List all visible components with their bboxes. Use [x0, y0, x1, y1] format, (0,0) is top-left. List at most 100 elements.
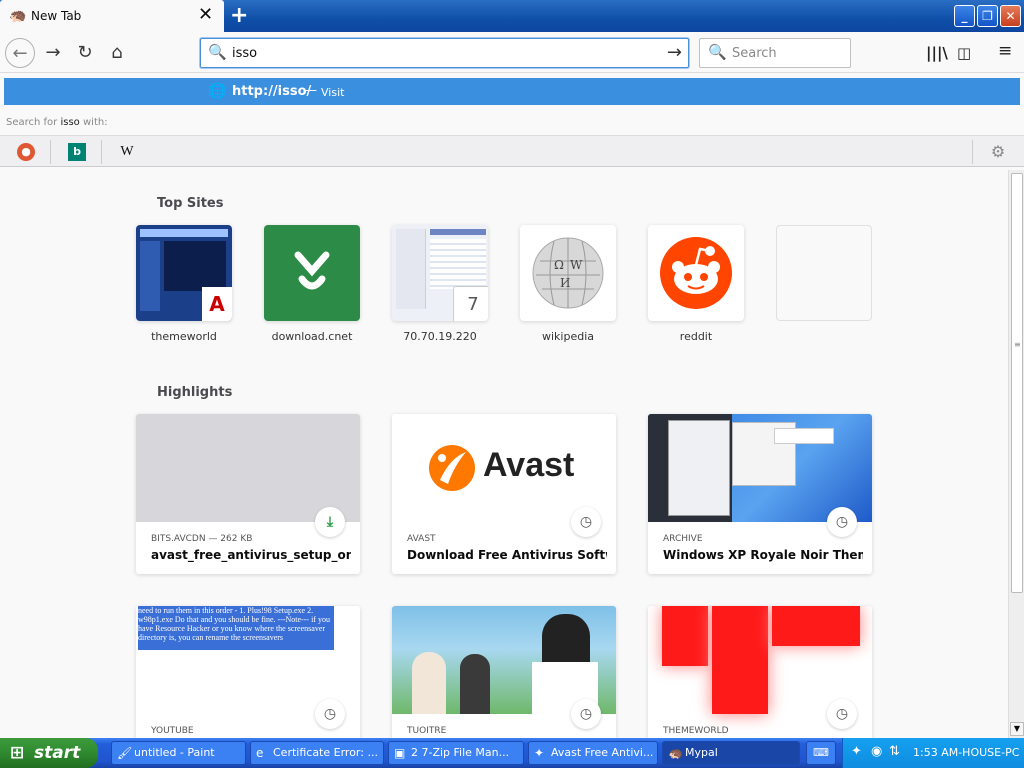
new-tab-button[interactable]: +	[230, 3, 248, 29]
home-button[interactable]: ⌂	[102, 38, 132, 68]
forward-button[interactable]: →	[38, 38, 68, 68]
site-thumbnail	[776, 225, 872, 321]
card-source: AVAST	[407, 534, 436, 544]
clock: 1:53 AM-HOUSE-PC	[913, 746, 1020, 759]
site-thumbnail	[264, 225, 360, 321]
highlight-card[interactable]: ◷ ARCHIVE Windows XP Royale Noir Theme .…	[648, 414, 872, 574]
reload-button[interactable]: ↻	[70, 38, 100, 68]
wikipedia-icon[interactable]: W	[118, 143, 136, 161]
taskbar-item-label: Avast Free Antivi...	[551, 746, 654, 759]
card-source: BITS.AVCDN — 262 KB	[151, 534, 253, 544]
search-for-prefix: Search for	[6, 117, 58, 128]
top-site-70-70-19-220[interactable]: 7 70.70.19.220	[392, 225, 488, 343]
tab-title: New Tab	[31, 9, 82, 23]
tray-avast-icon[interactable]: ✦	[851, 744, 862, 759]
tab-new-tab[interactable]: 🦔 New Tab ✕	[0, 0, 224, 33]
tray-network-icon[interactable]: ◉	[871, 744, 882, 759]
avast-icon: ✦	[534, 746, 545, 760]
site-label: wikipedia	[541, 330, 594, 343]
card-title: avast_free_antivirus_setup_onlin...	[151, 548, 351, 562]
mypal-icon: 🦔	[9, 8, 27, 24]
globe-icon: 🌐	[208, 82, 227, 100]
highlight-card[interactable]: ◷ THEMEWORLD	[648, 606, 872, 738]
url-bar[interactable]: 🔍 isso →	[200, 38, 689, 68]
card-thumbnail: need to run them in this order - 1. Plus…	[136, 606, 360, 714]
search-icon: 🔍	[208, 43, 227, 61]
search-for-suffix: with:	[83, 117, 108, 128]
tray-safely-remove-icon[interactable]: ⇅	[889, 744, 900, 759]
taskbar-item-paint[interactable]: 🖌 untitled - Paint	[111, 741, 246, 765]
clock-icon: ◷	[315, 699, 345, 729]
card-thumbnail	[648, 606, 872, 714]
taskbar-item-mypal[interactable]: 🦔 Mypal	[662, 741, 800, 765]
top-site-wikipedia[interactable]: ΩWИ wikipedia	[520, 225, 616, 343]
restore-button[interactable]: ❐	[977, 5, 998, 27]
highlight-card[interactable]: ◷ TUOITRE	[392, 606, 616, 738]
card-thumbnail	[136, 414, 360, 522]
site-label: download.cnet	[271, 330, 353, 343]
site-badge: 7	[453, 286, 488, 321]
card-thumbnail: Avast	[392, 414, 616, 522]
site-label: 70.70.19.220	[403, 330, 477, 343]
svg-text:W: W	[570, 258, 583, 272]
divider	[50, 140, 51, 164]
scrollbar-thumb[interactable]	[1011, 173, 1023, 593]
title-bar: 🦔 New Tab ✕ + _ ❐ ✕	[0, 0, 1024, 33]
close-tab-icon[interactable]: ✕	[198, 5, 213, 25]
paint-icon: 🖌	[117, 746, 133, 760]
gear-icon[interactable]: ⚙	[989, 143, 1007, 161]
library-icon[interactable]: |||\	[926, 44, 948, 62]
top-site-themeworld[interactable]: A themeworld	[136, 225, 232, 343]
taskbar-item-ie[interactable]: e Certificate Error: ...	[250, 741, 384, 765]
system-tray: ✦ ◉ ⇅ 1:53 AM-HOUSE-PC	[842, 738, 1024, 768]
card-source: THEMEWORLD	[663, 726, 729, 736]
new-tab-page: Top Sites A themeworld download.cnet 7 7…	[0, 170, 1008, 738]
card-thumbnail	[648, 414, 872, 522]
download-cnet-logo-icon	[294, 251, 330, 290]
sidebar-icon[interactable]: ◫	[957, 44, 971, 62]
vertical-scrollbar[interactable]: ≡ ▼	[1008, 170, 1024, 738]
site-thumbnail: 7	[392, 225, 488, 321]
site-thumbnail	[648, 225, 744, 321]
card-source: YOUTUBE	[151, 726, 194, 736]
start-button[interactable]: ⊞ start	[0, 738, 98, 768]
svg-text:Ω: Ω	[554, 258, 564, 272]
bing-icon[interactable]: b	[68, 143, 86, 161]
top-site-empty-slot[interactable]	[776, 225, 872, 330]
taskbar-item-avast[interactable]: ✦ Avast Free Antivi...	[528, 741, 658, 765]
download-icon: ⤓	[315, 507, 345, 537]
taskbar-item-label: Certificate Error: ...	[273, 746, 378, 759]
wikipedia-globe-icon: Ω WИ	[532, 237, 604, 309]
go-arrow-icon[interactable]: →	[667, 42, 682, 63]
back-button[interactable]: ←	[5, 38, 35, 68]
duckduckgo-icon[interactable]: ●	[17, 143, 35, 161]
card-source: TUOITRE	[407, 726, 447, 736]
scroll-down-button[interactable]: ▼	[1010, 722, 1024, 736]
suggestion-url: http://isso/	[232, 84, 312, 99]
taskbar-item-label: untitled - Paint	[134, 746, 215, 759]
reddit-logo-icon	[660, 237, 732, 309]
highlight-card[interactable]: need to run them in this order - 1. Plus…	[136, 606, 360, 738]
clock-icon: ◷	[827, 699, 857, 729]
search-box[interactable]: 🔍 Search	[699, 38, 851, 68]
keyboard-icon[interactable]: ⌨	[806, 741, 836, 765]
card-title: Download Free Antivirus Softwa...	[407, 548, 607, 562]
taskbar-item-7zip[interactable]: ▣ 2 7-Zip File Man...	[388, 741, 524, 765]
close-window-button[interactable]: ✕	[1000, 5, 1021, 27]
search-input[interactable]: Search	[732, 46, 777, 61]
menu-icon[interactable]: ≡	[998, 41, 1012, 61]
url-input[interactable]: isso	[232, 46, 257, 61]
top-site-download-cnet[interactable]: download.cnet	[264, 225, 360, 343]
highlight-card[interactable]: ⤓ BITS.AVCDN — 262 KB avast_free_antivir…	[136, 414, 360, 574]
card-snippet: need to run them in this order - 1. Plus…	[138, 606, 334, 650]
top-site-reddit[interactable]: reddit	[648, 225, 744, 343]
suggestion-row[interactable]: 🌐 http://isso/ — Visit	[4, 78, 1020, 105]
search-for-term: isso	[60, 117, 80, 128]
site-thumbnail: A	[136, 225, 232, 321]
card-title: Windows XP Royale Noir Theme ...	[663, 548, 863, 562]
taskbar-item-label: Mypal	[685, 746, 718, 759]
minimize-button[interactable]: _	[954, 5, 975, 27]
highlight-card[interactable]: Avast ◷ AVAST Download Free Antivirus So…	[392, 414, 616, 574]
start-label: start	[34, 743, 81, 763]
divider	[101, 140, 102, 164]
